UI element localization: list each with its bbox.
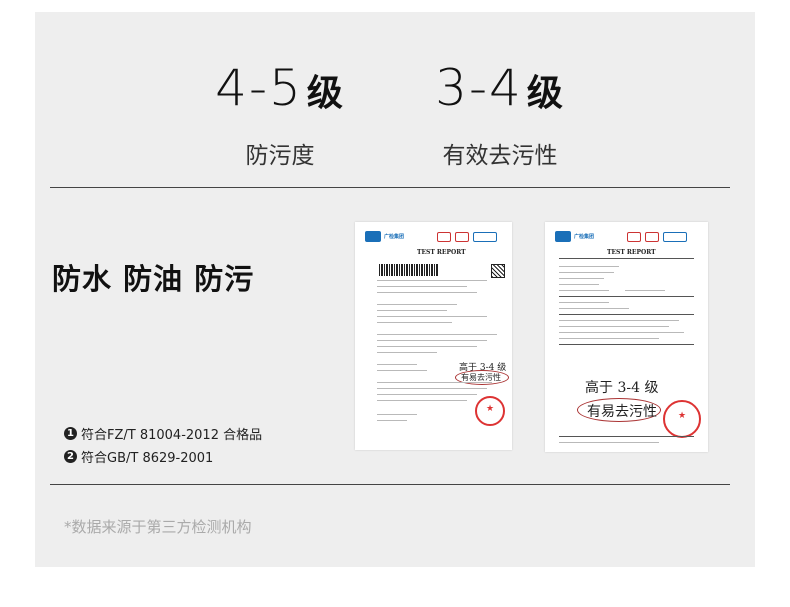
bottom-divider: [50, 484, 730, 485]
footnote: *数据来源于第三方检测机构: [64, 518, 252, 536]
handwritten-note-1: 高于 3-4 级: [585, 380, 659, 396]
qr-code-icon: [491, 264, 505, 278]
barcode-icon: [379, 264, 439, 276]
stain-removal-label: 有效去污性: [442, 143, 558, 169]
stain-resistance-value: 4-5 级: [215, 59, 345, 117]
stain-removal-value: 3-4 级: [435, 59, 565, 117]
org-logo: 广检集团: [365, 231, 404, 242]
standard-text: 符合GB/T 8629-2001: [81, 451, 214, 466]
standard-text: 符合FZ/T 81004-2012 合格品: [81, 428, 263, 443]
number-badge-icon: 1: [64, 427, 77, 440]
number-badge-icon: 2: [64, 450, 77, 463]
report-title: TEST REPORT: [417, 249, 466, 256]
test-report-image-2: 广检集团 TEST REPORT 高于 3-4 级 有易去污性: [545, 222, 708, 452]
standard-item-2: 2 符合GB/T 8629-2001: [64, 447, 213, 466]
standard-item-1: 1 符合FZ/T 81004-2012 合格品: [64, 424, 262, 443]
cert-marks-icon: [437, 232, 497, 242]
stain-resistance-label: 防污度: [245, 143, 315, 169]
org-logo: 广检集团: [555, 231, 594, 242]
section-title: 防水 防油 防污: [52, 262, 255, 296]
stain-removal-stat: 3-4 级 有效去污性: [425, 60, 575, 170]
seal-stamp-icon: [475, 396, 505, 426]
seal-stamp-icon: [663, 400, 701, 438]
top-divider: [50, 187, 730, 188]
test-report-image-1: 广检集团 TEST REPORT 高于 3-4 级 有易去污性: [355, 222, 512, 450]
handwritten-note-2: 有易去污性: [587, 404, 657, 420]
report-title: TEST REPORT: [607, 249, 656, 256]
stain-resistance-stat: 4-5 级 防污度: [205, 60, 355, 170]
cert-marks-icon: [627, 232, 687, 242]
